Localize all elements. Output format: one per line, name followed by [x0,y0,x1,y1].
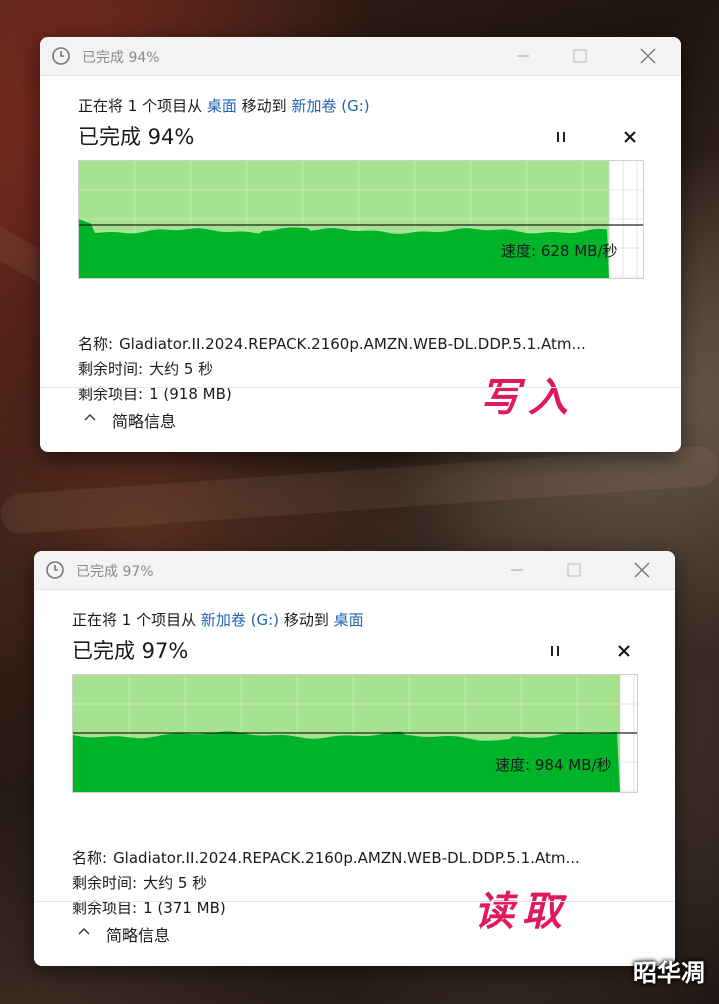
time-label: 剩余时间: [72,874,138,892]
less-details-toggle[interactable]: 简略信息 [40,387,681,452]
pause-icon[interactable] [551,127,571,147]
name-label: 名称: [78,335,114,353]
cancel-icon[interactable] [620,127,640,147]
name-value: Gladiator.II.2024.REPACK.2160p.AMZN.WEB-… [113,849,580,867]
percent-complete: 已完成 94% [78,125,195,149]
time-value: 大约 5 秒 [149,360,214,378]
speed-readout: 速度: 984 MB/秒 [495,756,612,774]
title-bar[interactable]: 已完成 97% [34,551,675,590]
name-label: 名称: [72,849,108,867]
transfer-speed-graph [72,674,638,793]
background-streak [0,444,719,536]
move-description: 正在将 1 个项目从 新加卷 (G:) 移动到 桌面 [72,609,364,630]
source-link[interactable]: 桌面 [207,97,237,115]
minimize-icon[interactable] [512,45,534,67]
time-label: 剩余时间: [78,360,144,378]
maximize-icon[interactable] [569,45,591,67]
copy-dialog-write: 已完成 94% 正在将 1 个项目从 桌面 移动到 新加卷 (G:) 已完成 9… [40,37,681,452]
window-title: 已完成 97% [76,564,154,580]
chevron-up-icon [78,928,90,935]
transfer-speed-graph [78,160,644,279]
window-title: 已完成 94% [82,50,160,66]
file-name-row: 名称: Gladiator.II.2024.REPACK.2160p.AMZN.W… [78,333,586,354]
name-value: Gladiator.II.2024.REPACK.2160p.AMZN.WEB-… [119,335,586,353]
minimize-icon[interactable] [506,559,528,581]
copy-dialog-read: 已完成 97% 正在将 1 个项目从 新加卷 (G:) 移动到 桌面 已完成 9… [34,551,675,966]
less-details-toggle[interactable]: 简略信息 [34,901,675,966]
move-prefix: 正在将 1 个项目从 [72,611,197,629]
move-description: 正在将 1 个项目从 桌面 移动到 新加卷 (G:) [78,95,370,116]
title-bar[interactable]: 已完成 94% [40,37,681,76]
chevron-up-icon [84,414,96,421]
cancel-icon[interactable] [614,641,634,661]
time-value: 大约 5 秒 [143,874,208,892]
speed-readout: 速度: 628 MB/秒 [501,242,618,260]
watermark: 昭华凋 [633,959,705,987]
destination-link[interactable]: 新加卷 (G:) [291,97,369,115]
clock-icon [46,561,64,579]
move-mid: 移动到 [241,97,287,115]
pause-icon[interactable] [545,641,565,661]
close-icon[interactable] [637,45,659,67]
destination-link[interactable]: 桌面 [334,611,364,629]
move-prefix: 正在将 1 个项目从 [78,97,203,115]
percent-complete: 已完成 97% [72,639,189,663]
less-details-label: 简略信息 [112,412,177,431]
clock-icon [52,47,70,65]
close-icon[interactable] [631,559,653,581]
move-mid: 移动到 [283,611,329,629]
less-details-label: 简略信息 [106,926,171,945]
time-remaining-row: 剩余时间: 大约 5 秒 [72,872,207,893]
maximize-icon[interactable] [563,559,585,581]
source-link[interactable]: 新加卷 (G:) [201,611,279,629]
time-remaining-row: 剩余时间: 大约 5 秒 [78,358,213,379]
file-name-row: 名称: Gladiator.II.2024.REPACK.2160p.AMZN.W… [72,847,580,868]
